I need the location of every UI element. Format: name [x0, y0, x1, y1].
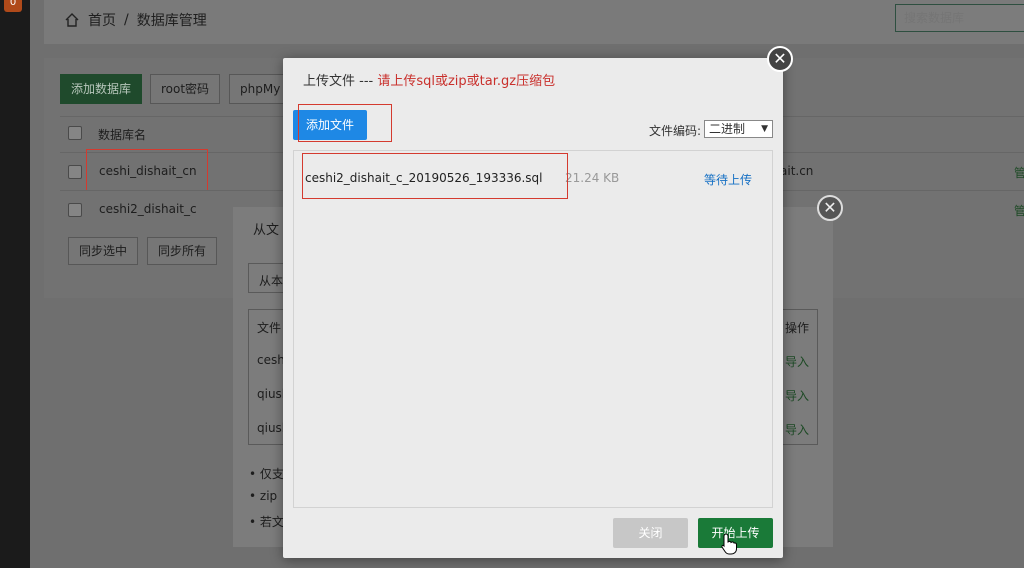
- manage-link[interactable]: 管: [1014, 164, 1024, 181]
- encoding-label: 文件编码:: [649, 124, 702, 138]
- row-checkbox[interactable]: [68, 203, 82, 217]
- note-item: • 若文: [249, 515, 284, 529]
- row-checkbox[interactable]: [68, 165, 82, 179]
- dropdown-arrow-icon: ▼: [761, 124, 768, 134]
- column-header-action: 操作: [785, 321, 810, 335]
- manage-link[interactable]: 管: [1014, 202, 1024, 219]
- breadcrumb-home[interactable]: 首页: [88, 10, 116, 30]
- import-row-file: qiusl: [257, 387, 286, 401]
- upload-modal-title: 上传文件 --- 请上传sql或zip或tar.gz压缩包: [303, 74, 556, 89]
- file-list: ceshi2_dishait_c_20190526_193336.sql 21.…: [293, 150, 773, 508]
- select-all-checkbox[interactable]: [68, 126, 82, 140]
- column-header-file: 文件: [257, 321, 282, 335]
- highlight-box: [302, 153, 568, 199]
- sync-all-button[interactable]: 同步所有: [147, 237, 218, 265]
- db-name: ceshi2_dishait_c: [99, 202, 197, 216]
- import-row-file: qiusl: [257, 421, 286, 435]
- import-link[interactable]: 导入: [785, 353, 809, 370]
- note-item: • 仅支: [249, 467, 284, 481]
- column-header-db-name: 数据库名: [98, 128, 147, 142]
- file-status: 等待上传: [704, 173, 753, 187]
- encoding-value: 二进制: [709, 122, 746, 136]
- phpmyadmin-button[interactable]: phpMy: [229, 74, 285, 104]
- highlight-box: [86, 149, 208, 191]
- file-size: 21.24 KB: [565, 171, 620, 185]
- hand-cursor-icon: [721, 533, 737, 555]
- add-database-button[interactable]: 添加数据库: [60, 74, 143, 104]
- breadcrumb: 首页 / 数据库管理: [64, 10, 207, 30]
- root-password-button[interactable]: root密码: [150, 74, 221, 104]
- highlight-box: [298, 104, 392, 142]
- breadcrumb-current: 数据库管理: [136, 13, 207, 29]
- db-host-text: ait.cn: [780, 164, 814, 178]
- search-input[interactable]: [895, 4, 1024, 32]
- encoding-select[interactable]: 二进制 ▼: [704, 120, 773, 138]
- upload-modal: 上传文件 --- 请上传sql或zip或tar.gz压缩包 添加文件 文件编码:…: [283, 58, 783, 558]
- sync-selected-button[interactable]: 同步选中: [68, 237, 139, 265]
- close-icon[interactable]: ✕: [767, 46, 793, 72]
- note-item: • zip: [249, 489, 278, 503]
- source-tab[interactable]: 从本: [248, 263, 288, 293]
- import-modal-title: 从文: [253, 223, 280, 238]
- close-button[interactable]: 关闭: [613, 518, 688, 548]
- import-row-file: cesh: [257, 353, 285, 367]
- notification-badge[interactable]: 0: [4, 0, 22, 12]
- home-icon[interactable]: [64, 12, 80, 28]
- sidebar: 0: [0, 0, 30, 568]
- upload-hint: 请上传sql或zip或tar.gz压缩包: [377, 74, 556, 89]
- source-tab-label: 从本: [259, 274, 284, 288]
- close-icon[interactable]: ✕: [817, 195, 843, 221]
- import-link[interactable]: 导入: [785, 387, 809, 404]
- breadcrumb-separator: /: [124, 12, 129, 28]
- import-link[interactable]: 导入: [785, 421, 809, 438]
